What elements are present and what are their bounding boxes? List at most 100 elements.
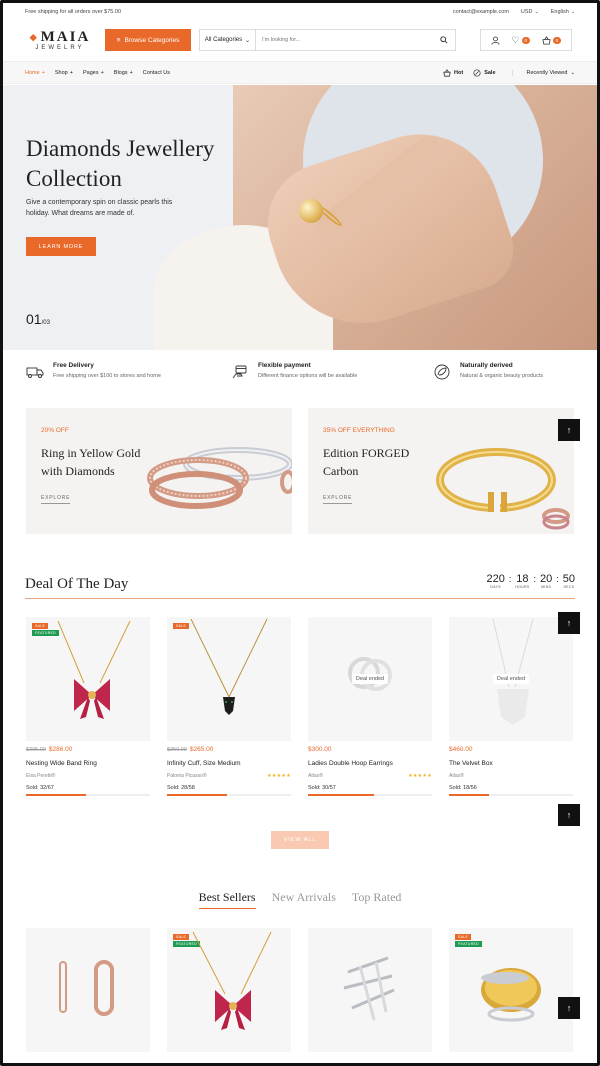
account-button[interactable]	[491, 36, 500, 45]
product-image[interactable]: SALE FEATURED	[449, 928, 573, 1052]
nav-hot-link[interactable]: Hot	[443, 68, 464, 77]
brand-name: MAIA	[40, 29, 91, 45]
product-name[interactable]: Infinity Cuff, Size Medium	[167, 760, 291, 767]
user-icon	[491, 36, 500, 45]
sold-progress-fill	[26, 794, 86, 796]
deal-product-card[interactable]: Deal ended $460.00 The Velvet Box Atlas®…	[449, 617, 573, 796]
promo-banner-yellow-gold[interactable]: 20% OFF Ring in Yellow Gold with Diamond…	[26, 408, 292, 534]
promo-banner-forged-carbon[interactable]: 35% OFF EVERYTHING Edition FORGED Carbon…	[308, 408, 574, 534]
scroll-to-top-button[interactable]: ↑	[558, 804, 580, 826]
nav-item-pages[interactable]: Pages +	[83, 70, 104, 76]
deal-product-card[interactable]: SALE $350.00 $265.00 Infinity Cuff, Size …	[167, 617, 291, 796]
nav-item-shop[interactable]: Shop +	[55, 70, 73, 76]
product-image-bow-necklace	[192, 931, 272, 1030]
contact-email[interactable]: contact@example.com	[453, 9, 509, 15]
product-image[interactable]	[308, 928, 432, 1052]
plus-icon: +	[100, 69, 104, 76]
search-input[interactable]	[256, 37, 433, 43]
product-name[interactable]: Nesting Wide Band Ring	[26, 760, 150, 767]
category-select-label: All Categories	[204, 37, 243, 43]
product-price: $350.00 $265.00	[167, 746, 291, 753]
bestseller-product-card[interactable]	[26, 928, 150, 1052]
language-select[interactable]: English ⌄	[551, 9, 575, 15]
countdown-separator: :	[533, 574, 536, 584]
sold-progress-bar	[26, 794, 150, 796]
bestseller-product-card[interactable]	[308, 928, 432, 1052]
product-image[interactable]: SALE FEATURED	[167, 928, 291, 1052]
nav-item-home[interactable]: Home +	[25, 70, 45, 76]
category-select[interactable]: All Categories ⌄	[200, 30, 256, 50]
site-logo[interactable]: ◆ MAIA JEWELRY	[25, 29, 95, 51]
sold-progress-bar	[167, 794, 291, 796]
feature-strip: Free Delivery Free shipping over $100 to…	[25, 362, 575, 392]
nav-item-blogs[interactable]: Blogs +	[114, 70, 133, 76]
product-image-panther-necklace	[190, 618, 268, 715]
nav-hot-label: Hot	[454, 69, 464, 76]
hero-image-pearl	[299, 199, 323, 223]
bestseller-product-card[interactable]: SALE FEATURED	[449, 928, 573, 1052]
product-image[interactable]	[26, 928, 150, 1052]
sold-count: Sold: 30/57	[308, 785, 336, 791]
arrow-up-icon: ↑	[566, 425, 572, 435]
view-all-button[interactable]: VIEW ALL	[271, 831, 329, 849]
browse-categories-button[interactable]: ≡ Browse Categories	[105, 29, 191, 51]
promo-explore-link[interactable]: EXPLORE	[323, 495, 353, 504]
product-image[interactable]: Deal ended	[449, 617, 573, 741]
slide-current: 01	[26, 311, 42, 327]
product-name[interactable]: The Velvet Box	[449, 760, 573, 767]
scroll-to-top-button[interactable]: ↑	[558, 419, 580, 441]
recently-viewed-label: Recently Viewed	[526, 69, 568, 76]
feature-naturally-derived: Naturally derived Natural & organic beau…	[432, 362, 543, 392]
deal-countdown: 220 DAYS : 18 HOURS : 20 MINS : 50 SECS	[486, 573, 575, 589]
recently-viewed-dropdown[interactable]: Recently Viewed ⌄	[511, 69, 575, 76]
cart-button[interactable]: 0	[542, 35, 562, 45]
truck-icon	[25, 362, 45, 382]
current-price: $300.00	[308, 746, 332, 753]
nav-sale-link[interactable]: Sale	[473, 68, 496, 77]
sold-progress-bar	[449, 794, 573, 796]
countdown-days: 220 DAYS	[486, 573, 504, 589]
hero-title: Diamonds Jewellery Collection	[26, 136, 215, 191]
deal-product-card[interactable]: SALE FEATURED $305.00 $286.00 Nesting Wid…	[26, 617, 150, 796]
promo-title: Edition FORGED Carbon	[323, 446, 410, 478]
promo-explore-link[interactable]: EXPLORE	[41, 495, 71, 504]
scroll-to-top-button[interactable]: ↑	[558, 612, 580, 634]
feature-text: Free shipping over $100 to stores and ho…	[53, 373, 161, 379]
product-meta: Paloma Picasso® ★★★★★	[167, 773, 291, 779]
plus-icon: +	[41, 69, 45, 76]
product-price: $460.00	[449, 746, 573, 753]
countdown-unit: DAYS	[490, 585, 501, 589]
product-meta: Atlas® ★★★★★	[308, 773, 432, 779]
chevron-down-icon: ⌄	[570, 9, 575, 15]
countdown-mins: 20 MINS	[540, 573, 552, 589]
nav-item-label: Blogs	[113, 69, 128, 76]
learn-more-button[interactable]: LEARN MORE	[26, 237, 96, 256]
sold-progress-fill	[449, 794, 489, 796]
feature-title: Free Delivery	[53, 362, 94, 369]
feature-text: Natural & organic beauty products	[460, 373, 544, 379]
tab-new-arrivals[interactable]: New Arrivals	[272, 890, 336, 909]
product-image-gold-diamond-ring	[481, 968, 541, 1022]
sold-progress-fill	[308, 794, 374, 796]
deal-of-the-day-header: Deal Of The Day 220 DAYS : 18 HOURS : 20 MI…	[25, 573, 575, 599]
countdown-value: 20	[539, 573, 553, 585]
shipping-promo: Free shipping for all orders over $75.00	[25, 9, 121, 15]
product-name[interactable]: Ladies Double Hoop Earrings	[308, 760, 432, 767]
search-bar: All Categories ⌄	[199, 29, 456, 51]
deal-ended-label: Deal ended	[351, 674, 389, 684]
wishlist-button[interactable]: ♡ 0	[511, 35, 531, 46]
scroll-to-top-button[interactable]: ↑	[558, 997, 580, 1019]
search-button[interactable]	[433, 36, 455, 44]
product-image[interactable]: Deal ended	[308, 617, 432, 741]
countdown-separator: :	[508, 574, 512, 584]
product-image-bow-necklace	[57, 620, 131, 719]
deal-product-card[interactable]: Deal ended $300.00 Ladies Double Hoop Ea…	[308, 617, 432, 796]
tab-top-rated[interactable]: Top Rated	[352, 890, 401, 909]
nav-item-contact[interactable]: Contact Us	[143, 70, 170, 76]
currency-select[interactable]: USD ⌄	[521, 9, 539, 15]
tab-best-sellers[interactable]: Best Sellers	[198, 890, 256, 909]
bestseller-product-card[interactable]: SALE FEATURED	[167, 928, 291, 1052]
product-image[interactable]: SALE FEATURED	[26, 617, 150, 741]
hero-banner: Diamonds Jewellery Collection Give a con…	[3, 85, 597, 350]
product-image[interactable]: SALE	[167, 617, 291, 741]
